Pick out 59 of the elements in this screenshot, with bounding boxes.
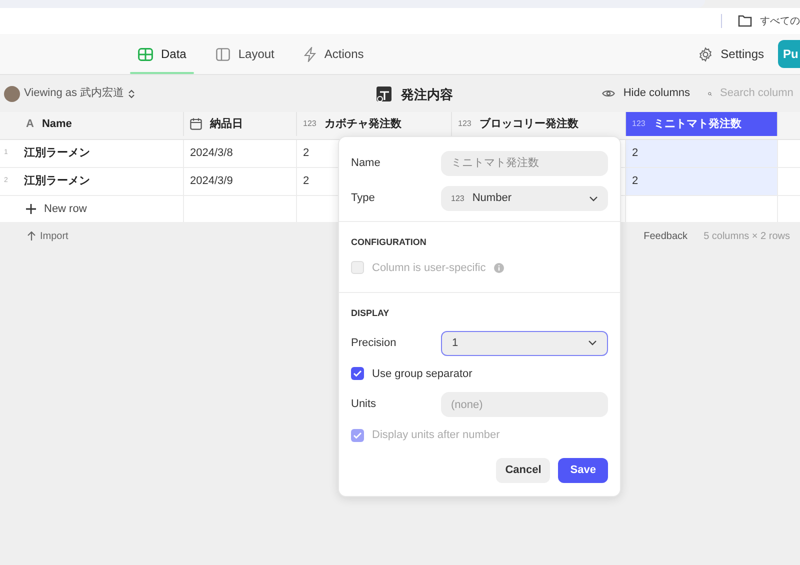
table-title: 発注内容 [401,86,453,104]
import-button[interactable]: Import [27,228,68,244]
search-field[interactable]: Search column [708,85,800,102]
lightning-icon [304,46,316,62]
type-dropdown[interactable]: 123 Number [441,186,608,211]
save-button[interactable]: Save [558,458,608,482]
units-field[interactable]: (none) [441,392,608,417]
checkbox-label: Display units after number [372,428,500,443]
calendar-icon [190,118,202,130]
table-cell-text: 2024/3/8 [190,146,233,162]
chevron-down-icon [589,196,598,202]
table-icon [138,48,153,60]
field-label: Units [351,397,376,412]
hide-columns-button[interactable]: Hide columns [602,85,690,102]
number-type-icon: 123 [303,118,316,130]
section-heading: CONFIGURATION [351,236,428,249]
text-type-icon: A [26,116,34,132]
table-cell-text: 2 [303,146,310,162]
section-heading: DISPLAY [351,307,390,320]
eye-icon [602,89,616,98]
precision-dropdown[interactable]: 1 [441,330,608,356]
checkbox[interactable] [351,367,364,380]
folder-icon [738,15,752,27]
arrow-up-icon [27,231,36,241]
column-header[interactable]: A Name [0,112,184,136]
table-cell-text: 2024/3/9 [190,174,233,190]
nav-tab[interactable]: Actions [296,34,372,74]
number-type-icon: 123 [458,118,472,130]
column-header[interactable]: 123 ミニトマト発注数 [626,112,778,136]
table-cell-text: 江別ラーメン [24,146,90,162]
nav-tab[interactable]: Layout [208,34,282,74]
chevron-down-icon [588,340,597,346]
chevron-updown-icon [128,88,136,98]
table-cell-text: 2 [303,174,310,190]
new-row-button[interactable]: New row [26,200,87,218]
number-type-icon: 123 [632,118,646,130]
field-label: Type [351,191,375,206]
field-label: Precision [351,336,396,351]
settings-button[interactable]: Settings [698,45,764,63]
table-icon [376,86,393,104]
info-icon [494,262,504,273]
table-cell-text: 2 [632,146,638,162]
number-type-icon: 123 [451,192,464,204]
table-cell-text: 2 [632,174,638,190]
viewing-as-selector[interactable]: Viewing as 武内宏道 [24,85,124,102]
checkbox-label: Use group separator [372,366,472,382]
table-summary: 5 columns × 2 rows [704,230,790,244]
settings-icon [698,46,713,62]
field-label: Name [351,156,380,172]
table-cell-text: 江別ラーメン [24,174,90,190]
checkbox-label: Column is user-specific [372,260,486,276]
avatar [4,86,20,102]
cancel-button[interactable]: Cancel [496,458,550,482]
folder-label[interactable]: すべての [760,14,800,28]
nav-tab[interactable]: Data [130,34,194,74]
layout-icon [216,48,230,60]
plus-icon [26,204,36,214]
feedback-link[interactable]: Feedback [644,228,688,244]
column-header[interactable]: 納品日 [184,112,297,136]
